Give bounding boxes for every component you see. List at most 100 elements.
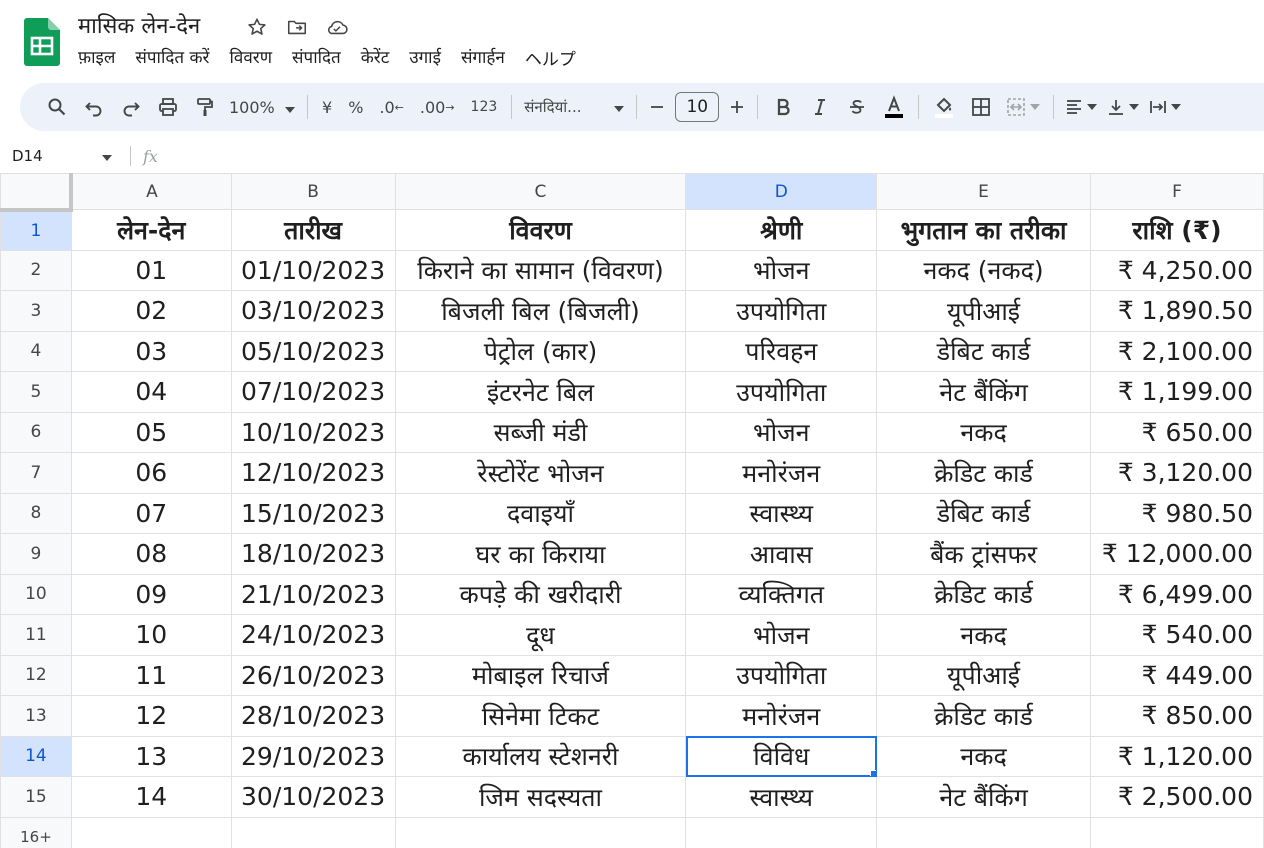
- row-header[interactable]: 3: [0, 290, 72, 332]
- header-cell[interactable]: विवरण: [394, 209, 687, 251]
- number-format-button[interactable]: 123: [463, 89, 506, 125]
- cell[interactable]: 15/10/2023: [230, 492, 396, 534]
- cell[interactable]: दवाइयाँ: [394, 492, 687, 534]
- cell[interactable]: नकद: [876, 411, 1091, 453]
- row-header[interactable]: 6: [0, 411, 72, 453]
- currency-format-button[interactable]: ¥: [314, 89, 340, 125]
- cell[interactable]: 21/10/2023: [230, 573, 396, 615]
- cell[interactable]: नेट बैंकिंग: [876, 371, 1091, 413]
- cell[interactable]: बिजली बिल (बिजली): [394, 290, 687, 332]
- cell[interactable]: परिवहन: [685, 330, 878, 372]
- cell[interactable]: ₹ 6,499.00: [1089, 573, 1264, 615]
- cell[interactable]: मोबाइल रिचार्ज: [394, 654, 687, 696]
- column-header-a[interactable]: A: [70, 173, 232, 210]
- row-header[interactable]: 4: [0, 330, 72, 372]
- column-header-d[interactable]: D: [685, 173, 878, 210]
- empty-cell[interactable]: [685, 816, 878, 848]
- cell[interactable]: यूपीआई: [876, 290, 1091, 332]
- cell[interactable]: 28/10/2023: [230, 695, 396, 737]
- cell[interactable]: सब्जी मंडी: [394, 411, 687, 453]
- cloud-status-icon[interactable]: [324, 14, 350, 40]
- row-header[interactable]: 7: [0, 452, 72, 494]
- cell[interactable]: जिम सदस्यता: [394, 776, 687, 818]
- increase-decimal-button[interactable]: .00 →: [412, 89, 463, 125]
- cell[interactable]: 10/10/2023: [230, 411, 396, 453]
- sheets-logo-icon[interactable]: [24, 18, 60, 66]
- row-header[interactable]: 15: [0, 776, 72, 818]
- italic-icon[interactable]: [801, 89, 838, 125]
- cell[interactable]: ₹ 540.00: [1089, 614, 1264, 656]
- cell[interactable]: ₹ 4,250.00: [1089, 249, 1264, 291]
- cell[interactable]: नकद (नकद): [876, 249, 1091, 291]
- row-header[interactable]: 12: [0, 654, 72, 696]
- cell[interactable]: व्यक्तिगत: [685, 573, 878, 615]
- cell[interactable]: आवास: [685, 533, 878, 575]
- document-title[interactable]: मासिक लेन-देन: [78, 10, 200, 40]
- cell[interactable]: 18/10/2023: [230, 533, 396, 575]
- fill-color-icon[interactable]: [925, 89, 962, 125]
- header-cell[interactable]: श्रेणी: [685, 209, 878, 251]
- menu-insert[interactable]: संपादित: [292, 45, 341, 70]
- cell[interactable]: किराने का सामान (विवरण): [394, 249, 687, 291]
- cell[interactable]: 03/10/2023: [230, 290, 396, 332]
- cell[interactable]: नकद: [876, 735, 1091, 777]
- cell[interactable]: सिनेमा टिकट: [394, 695, 687, 737]
- menu-help[interactable]: ヘルプ: [525, 45, 576, 70]
- cell[interactable]: भोजन: [685, 614, 878, 656]
- cell[interactable]: 11: [70, 654, 232, 696]
- decrease-decimal-button[interactable]: .0 ←: [371, 89, 411, 125]
- decrease-font-size-icon[interactable]: [643, 89, 671, 125]
- cell[interactable]: ₹ 1,199.00: [1089, 371, 1264, 413]
- cell[interactable]: डेबिट कार्ड: [876, 330, 1091, 372]
- cell[interactable]: 30/10/2023: [230, 776, 396, 818]
- row-header[interactable]: 11: [0, 614, 72, 656]
- horizontal-align-icon[interactable]: [1060, 89, 1102, 125]
- cell[interactable]: नकद: [876, 614, 1091, 656]
- cell[interactable]: 01: [70, 249, 232, 291]
- print-icon[interactable]: [149, 89, 186, 125]
- cell[interactable]: 24/10/2023: [230, 614, 396, 656]
- borders-icon[interactable]: [962, 89, 999, 125]
- cell[interactable]: ₹ 3,120.00: [1089, 452, 1264, 494]
- column-header-f[interactable]: F: [1089, 173, 1264, 210]
- cell[interactable]: डेबिट कार्ड: [876, 492, 1091, 534]
- menu-view[interactable]: विवरण: [229, 45, 272, 70]
- search-menus-icon[interactable]: [38, 89, 75, 125]
- cell[interactable]: 02: [70, 290, 232, 332]
- increase-font-size-icon[interactable]: [723, 89, 751, 125]
- cell[interactable]: क्रेडिट कार्ड: [876, 452, 1091, 494]
- column-header-b[interactable]: B: [230, 173, 396, 210]
- cell[interactable]: 12: [70, 695, 232, 737]
- cell[interactable]: इंटरनेट बिल: [394, 371, 687, 413]
- empty-cell[interactable]: [876, 816, 1091, 848]
- font-size-input[interactable]: 10: [675, 92, 720, 122]
- column-header-c[interactable]: C: [394, 173, 687, 210]
- header-cell[interactable]: भुगतान का तरीका: [876, 209, 1091, 251]
- cell[interactable]: 13: [70, 735, 232, 777]
- cell[interactable]: 14: [70, 776, 232, 818]
- cell[interactable]: 10: [70, 614, 232, 656]
- vertical-align-icon[interactable]: [1102, 89, 1144, 125]
- empty-cell[interactable]: [70, 816, 232, 848]
- row-header[interactable]: 13: [0, 695, 72, 737]
- name-box[interactable]: D14: [0, 147, 120, 165]
- cell[interactable]: दूध: [394, 614, 687, 656]
- cell[interactable]: उपयोगिता: [685, 290, 878, 332]
- strikethrough-icon[interactable]: [838, 89, 875, 125]
- cell[interactable]: उपयोगिता: [685, 654, 878, 696]
- menu-edit[interactable]: संपादित करें: [135, 45, 209, 70]
- cell[interactable]: उपयोगिता: [685, 371, 878, 413]
- merge-cells-icon[interactable]: [999, 89, 1047, 125]
- cell[interactable]: 09: [70, 573, 232, 615]
- row-header[interactable]: 14: [0, 735, 72, 777]
- cell[interactable]: ₹ 12,000.00: [1089, 533, 1264, 575]
- more-rows-header[interactable]: 16+: [0, 816, 72, 848]
- cell[interactable]: ₹ 2,500.00: [1089, 776, 1264, 818]
- empty-cell[interactable]: [1089, 816, 1264, 848]
- cell[interactable]: 07: [70, 492, 232, 534]
- menu-tools[interactable]: संगार्हन: [461, 45, 505, 70]
- active-cell[interactable]: विविध: [685, 735, 878, 777]
- cell[interactable]: ₹ 2,100.00: [1089, 330, 1264, 372]
- cell[interactable]: क्रेडिट कार्ड: [876, 695, 1091, 737]
- cell[interactable]: यूपीआई: [876, 654, 1091, 696]
